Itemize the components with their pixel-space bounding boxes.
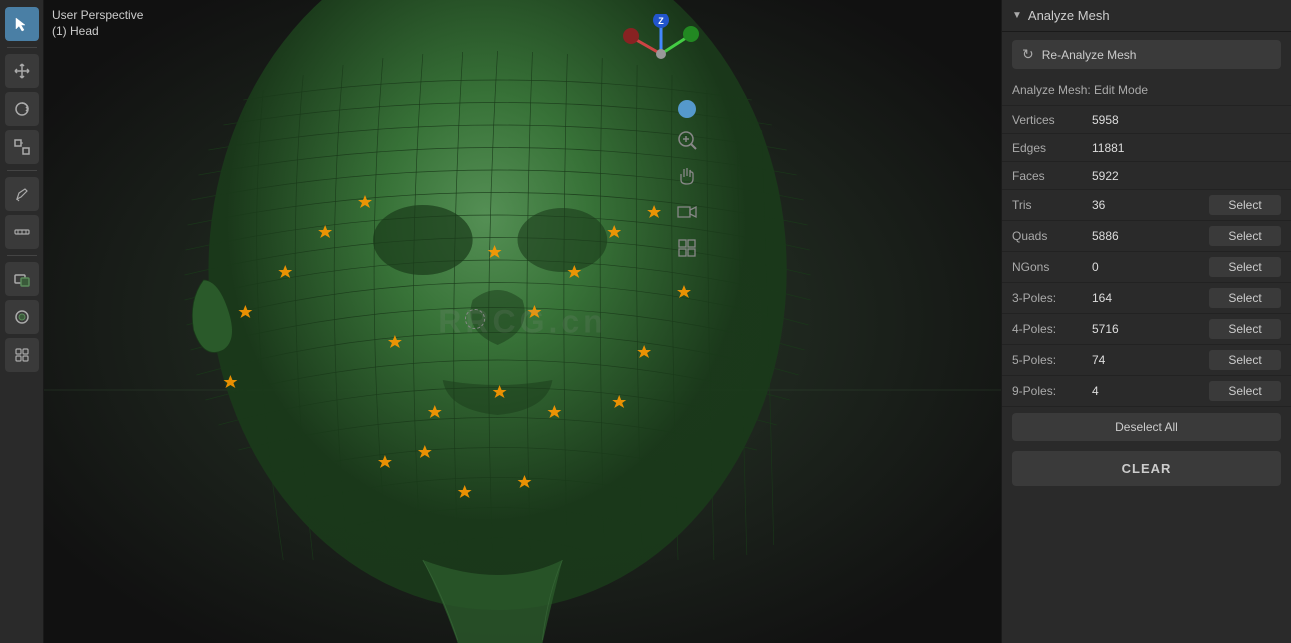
select-tris-button[interactable]: Select [1209,195,1281,215]
stat-label-quads: Quads [1012,229,1092,243]
camera-view-icon[interactable] [673,198,701,226]
tool-separator-1 [7,47,37,48]
stat-value-4poles: 5716 [1092,322,1209,336]
section-label: Analyze Mesh: Edit Mode [1002,77,1291,106]
stat-label-edges: Edges [1012,141,1092,155]
stat-row-quads: Quads 5886 Select [1002,221,1291,252]
stat-label-5poles: 5-Poles: [1012,353,1092,367]
viewport-overlay-controls [673,100,701,262]
move-tool-button[interactable] [5,54,39,88]
stat-label-4poles: 4-Poles: [1012,322,1092,336]
stat-label-ngons: NGons [1012,260,1092,274]
stat-row-5poles: 5-Poles: 74 Select [1002,345,1291,376]
circle-select-button[interactable] [5,300,39,334]
stat-row-4poles: 4-Poles: 5716 Select [1002,314,1291,345]
stat-value-vertices: 5958 [1092,113,1281,127]
select-quads-button[interactable]: Select [1209,226,1281,246]
select-4poles-button[interactable]: Select [1209,319,1281,339]
navigation-gizmo[interactable]: Z [621,14,701,94]
box-select-button[interactable] [5,262,39,296]
stat-value-faces: 5922 [1092,169,1281,183]
viewport-object-label: (1) Head [52,24,143,38]
left-toolbar [0,0,44,643]
viewport-header: User Perspective (1) Head [52,8,143,38]
stat-value-tris: 36 [1092,198,1209,212]
viewport-dot-indicator[interactable] [678,100,696,118]
deselect-all-button[interactable]: Deselect All [1012,413,1281,441]
stat-row-faces: Faces 5922 [1002,162,1291,190]
tool-separator-3 [7,255,37,256]
clear-button[interactable]: CLEAR [1012,451,1281,486]
select-5poles-button[interactable]: Select [1209,350,1281,370]
stat-value-5poles: 74 [1092,353,1209,367]
zoom-in-icon[interactable] [673,126,701,154]
select-ngons-button[interactable]: Select [1209,257,1281,277]
viewport-perspective-label: User Perspective [52,8,143,22]
object-mode-button[interactable] [5,338,39,372]
select-9poles-button[interactable]: Select [1209,381,1281,401]
stat-label-tris: Tris [1012,198,1092,212]
tool-separator-2 [7,170,37,171]
rotate-tool-button[interactable] [5,92,39,126]
re-analyze-button[interactable]: ↻ Re-Analyze Mesh [1012,40,1281,69]
stat-value-ngons: 0 [1092,260,1209,274]
select-3poles-button[interactable]: Select [1209,288,1281,308]
stat-row-tris: Tris 36 Select [1002,190,1291,221]
stat-label-3poles: 3-Poles: [1012,291,1092,305]
stat-row-edges: Edges 11881 [1002,134,1291,162]
stat-label-9poles: 9-Poles: [1012,384,1092,398]
panel-header: ▼ Analyze Mesh [1002,0,1291,32]
viewport[interactable]: User Perspective (1) Head Z [44,0,1001,643]
hand-pan-icon[interactable] [673,162,701,190]
head-mesh [44,0,1001,643]
measure-tool-button[interactable] [5,215,39,249]
scale-tool-button[interactable] [5,130,39,164]
annotate-tool-button[interactable] [5,177,39,211]
stat-value-3poles: 164 [1092,291,1209,305]
grid-view-icon[interactable] [673,234,701,262]
re-analyze-label: Re-Analyze Mesh [1042,48,1137,62]
select-tool-button[interactable] [5,7,39,41]
stat-row-vertices: Vertices 5958 [1002,106,1291,134]
refresh-icon: ↻ [1022,46,1034,63]
stat-row-9poles: 9-Poles: 4 Select [1002,376,1291,407]
svg-text:Z: Z [658,16,664,26]
stats-table: Vertices 5958 Edges 11881 Faces 5922 Tri… [1002,106,1291,407]
stat-label-faces: Faces [1012,169,1092,183]
panel-collapse-arrow[interactable]: ▼ [1012,10,1022,21]
stat-value-edges: 11881 [1092,141,1281,155]
right-panel: ▼ Analyze Mesh ↻ Re-Analyze Mesh Analyze… [1001,0,1291,643]
panel-title: Analyze Mesh [1028,8,1110,23]
stat-value-9poles: 4 [1092,384,1209,398]
stat-row-3poles: 3-Poles: 164 Select [1002,283,1291,314]
stat-row-ngons: NGons 0 Select [1002,252,1291,283]
viewport-crosshair [465,309,485,329]
stat-value-quads: 5886 [1092,229,1209,243]
stat-label-vertices: Vertices [1012,113,1092,127]
